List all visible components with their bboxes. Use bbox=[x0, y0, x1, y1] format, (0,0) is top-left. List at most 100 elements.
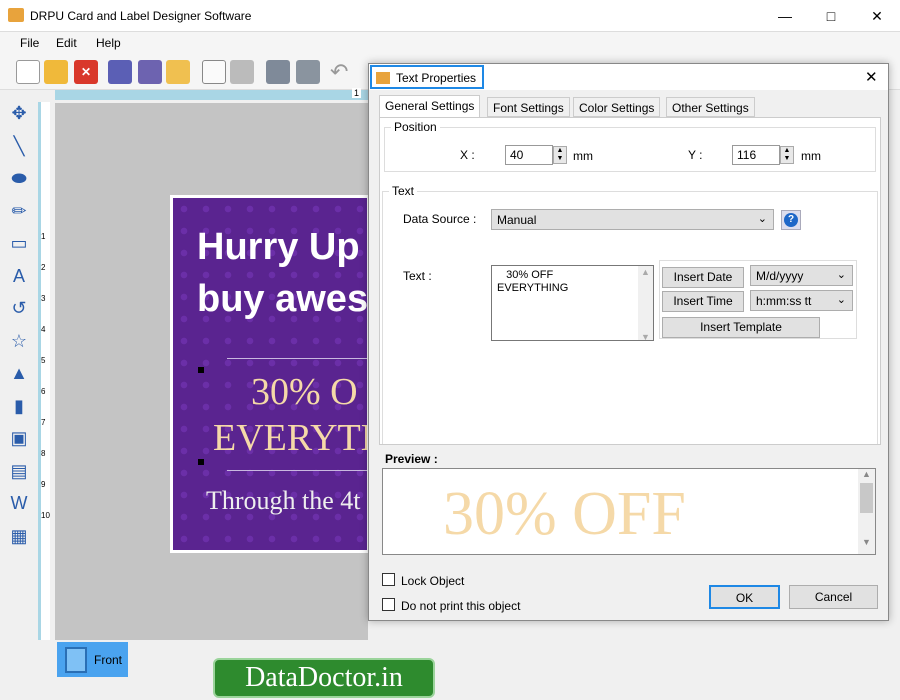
card-headline-1[interactable]: Hurry Up bbox=[197, 226, 360, 269]
tab-other-settings[interactable]: Other Settings bbox=[666, 97, 755, 117]
help-icon: ? bbox=[784, 213, 798, 227]
save-icon[interactable] bbox=[108, 60, 132, 84]
pointer-icon[interactable]: ✥ bbox=[8, 102, 30, 124]
export-icon[interactable] bbox=[166, 60, 190, 84]
preview-label: Preview : bbox=[385, 452, 438, 466]
edit-icon[interactable] bbox=[202, 60, 226, 84]
pencil-icon[interactable]: ✏ bbox=[8, 200, 30, 222]
close-button[interactable]: ✕ bbox=[854, 0, 900, 32]
x-unit: mm bbox=[573, 149, 593, 163]
ruler-tick: 9 bbox=[41, 480, 46, 489]
card-offer-2[interactable]: EVERYTH bbox=[213, 416, 367, 460]
general-settings-panel: Position X : 40 ▲ ▼ mm Y : 116 ▲ ▼ mm Text… bbox=[379, 117, 881, 445]
arc-icon[interactable]: ↺ bbox=[8, 297, 30, 319]
wordart-icon[interactable]: W bbox=[8, 492, 30, 514]
tab-general-settings[interactable]: General Settings bbox=[379, 95, 481, 118]
minimize-button[interactable]: — bbox=[762, 0, 808, 32]
y-input[interactable]: 116 bbox=[732, 145, 780, 165]
position-group: Position bbox=[384, 120, 876, 172]
ruler-tick: 8 bbox=[41, 449, 46, 458]
selection-handle[interactable] bbox=[198, 367, 204, 373]
image-library-icon[interactable]: ▤ bbox=[8, 460, 30, 482]
ruler-tick: 5 bbox=[41, 356, 46, 365]
title-bar: DRPU Card and Label Designer Software — … bbox=[0, 0, 900, 32]
undo-icon[interactable]: ↶ bbox=[330, 60, 354, 84]
text-scrollbar[interactable]: ▲ ▼ bbox=[638, 266, 653, 342]
time-format-select[interactable]: h:mm:ss tt ⌄ bbox=[750, 290, 853, 311]
x-input[interactable]: 40 bbox=[505, 145, 553, 165]
help-button[interactable]: ? bbox=[781, 210, 801, 230]
dialog-icon bbox=[376, 72, 390, 84]
chevron-down-icon: ⌄ bbox=[836, 269, 846, 281]
ellipse-icon[interactable]: ⬬ bbox=[8, 167, 30, 189]
no-print-checkbox[interactable] bbox=[382, 598, 395, 611]
new-icon[interactable] bbox=[16, 60, 40, 84]
date-format-select[interactable]: M/d/yyyy ⌄ bbox=[750, 265, 853, 286]
data-source-select[interactable]: Manual ⌄ bbox=[491, 209, 774, 230]
preview-scrollbar[interactable]: ▲ ▼ bbox=[858, 469, 875, 554]
divider bbox=[227, 470, 367, 471]
toolbox: ✥ ╲ ⬬ ✏ ▭ A ↺ ☆ ▲ ▮ ▣ ▤ W ▦ bbox=[0, 92, 36, 642]
text-legend: Text bbox=[392, 184, 415, 198]
position-legend: Position bbox=[394, 120, 437, 134]
ok-button[interactable]: OK bbox=[709, 585, 780, 609]
pattern-icon[interactable]: ▦ bbox=[8, 525, 30, 547]
app-title: DRPU Card and Label Designer Software bbox=[30, 9, 252, 23]
line-icon[interactable]: ╲ bbox=[8, 135, 30, 157]
triangle-icon[interactable]: ▲ bbox=[8, 362, 30, 384]
menu-bar: File Edit Help bbox=[0, 32, 900, 54]
lock-object-checkbox[interactable] bbox=[382, 573, 395, 586]
data-source-value: Manual bbox=[497, 213, 537, 227]
y-label: Y : bbox=[688, 148, 703, 162]
menu-help[interactable]: Help bbox=[96, 36, 121, 50]
cancel-button[interactable]: Cancel bbox=[789, 585, 878, 609]
open-icon[interactable] bbox=[44, 60, 68, 84]
horizontal-ruler: 1 2 bbox=[55, 88, 403, 100]
x-spinner[interactable]: ▲ ▼ bbox=[553, 146, 567, 164]
insert-template-button[interactable]: Insert Template bbox=[662, 317, 820, 338]
y-spinner[interactable]: ▲ ▼ bbox=[780, 146, 794, 164]
text-area-value: 30% OFF EVERYTHING bbox=[497, 269, 569, 294]
dialog-title-bar: Text Properties ✕ bbox=[369, 64, 888, 90]
card-offer-1[interactable]: 30% O bbox=[251, 370, 358, 414]
card-headline-2[interactable]: buy awes bbox=[197, 278, 367, 321]
text-icon[interactable]: A bbox=[8, 265, 30, 287]
text-label: Text : bbox=[403, 269, 432, 283]
dialog-title: Text Properties bbox=[370, 65, 484, 89]
data-source-label: Data Source : bbox=[403, 212, 477, 226]
text-area[interactable]: 30% OFF EVERYTHING ▲ ▼ bbox=[491, 265, 654, 342]
ruler-tick: 1 bbox=[41, 232, 46, 241]
time-format-value: h:mm:ss tt bbox=[756, 294, 812, 308]
close-file-icon[interactable]: ✕ bbox=[74, 60, 98, 84]
divider bbox=[227, 358, 367, 359]
ruler-tick: 4 bbox=[41, 325, 46, 334]
dialog-close-icon[interactable]: ✕ bbox=[865, 68, 878, 86]
print-icon[interactable] bbox=[230, 60, 254, 84]
text-properties-dialog: Text Properties ✕ General Settings Font … bbox=[368, 63, 889, 621]
preview-text: 30% OFF bbox=[443, 480, 686, 548]
ruler-tick: 10 bbox=[41, 511, 50, 520]
tab-color-settings[interactable]: Color Settings bbox=[573, 97, 661, 117]
insert-date-button[interactable]: Insert Date bbox=[662, 267, 744, 288]
star-icon[interactable]: ☆ bbox=[8, 330, 30, 352]
preview-box: 30% OFF ▲ ▼ bbox=[382, 468, 876, 555]
picture-icon[interactable]: ▣ bbox=[8, 427, 30, 449]
database-add-icon[interactable] bbox=[266, 60, 290, 84]
tab-front[interactable]: Front bbox=[57, 642, 128, 677]
tab-font-settings[interactable]: Font Settings bbox=[487, 97, 570, 117]
selection-handle[interactable] bbox=[198, 459, 204, 465]
lock-object-label: Lock Object bbox=[401, 574, 465, 588]
database-icon[interactable] bbox=[296, 60, 320, 84]
menu-edit[interactable]: Edit bbox=[56, 36, 77, 50]
barcode-icon[interactable]: ▮ bbox=[8, 395, 30, 417]
maximize-button[interactable]: □ bbox=[808, 0, 854, 32]
ruler-tick: 3 bbox=[41, 294, 46, 303]
vertical-ruler: 1 2 3 4 5 6 7 8 9 10 bbox=[38, 102, 50, 640]
ruler-tick: 6 bbox=[41, 387, 46, 396]
menu-file[interactable]: File bbox=[20, 36, 39, 50]
insert-time-button[interactable]: Insert Time bbox=[662, 291, 744, 312]
rectangle-icon[interactable]: ▭ bbox=[8, 232, 30, 254]
card-design[interactable]: Hurry Up buy awes 30% O EVERYTH Through … bbox=[170, 195, 370, 553]
card-footer[interactable]: Through the 4t bbox=[206, 486, 361, 516]
save-as-icon[interactable] bbox=[138, 60, 162, 84]
